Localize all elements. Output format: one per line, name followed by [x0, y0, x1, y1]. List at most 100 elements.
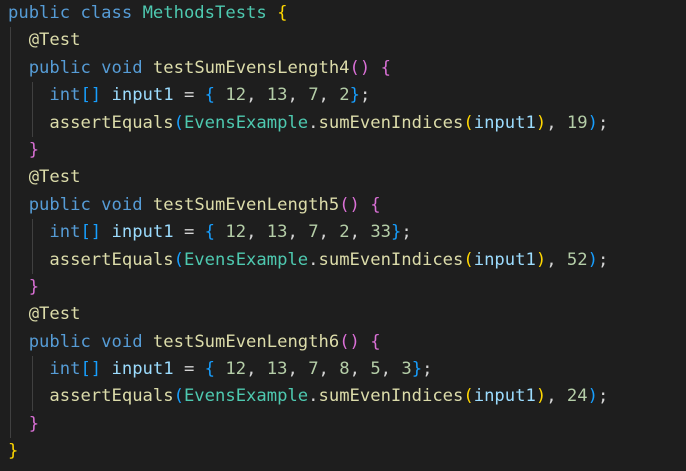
code-token: testSumEvensLength4	[152, 57, 350, 78]
code-line[interactable]: @Test	[0, 164, 686, 192]
code-line[interactable]: assertEquals(EvensExample.sumEvenIndices…	[0, 383, 686, 411]
code-token: 19	[566, 112, 588, 133]
code-token: assertEquals	[49, 386, 174, 407]
code-token: sumEvenIndices	[318, 112, 464, 133]
code-token: 2	[339, 85, 350, 106]
code-token: public	[28, 194, 91, 215]
code-token: .	[308, 386, 319, 407]
code-token: input1	[473, 112, 536, 133]
code-token: 24	[566, 386, 588, 407]
code-token: int	[49, 222, 81, 243]
code-token: ,	[287, 359, 309, 380]
indent-guide	[32, 356, 33, 384]
code-line[interactable]: }	[0, 273, 686, 302]
code-token: 7	[308, 85, 319, 106]
code-line[interactable]: public void testSumEvensLength4() {	[0, 54, 686, 83]
indent-guide	[10, 136, 11, 165]
code-token: void	[101, 331, 143, 352]
code-token: EvensExample	[183, 249, 309, 270]
code-token: (	[463, 386, 474, 407]
code-token: ,	[318, 359, 340, 380]
code-line[interactable]: public void testSumEvenLength6() {	[0, 328, 686, 357]
code-line[interactable]: int[] input1 = { 12, 13, 7, 8, 5, 3};	[0, 356, 686, 384]
code-token: =	[173, 359, 205, 380]
code-token: {	[204, 359, 216, 380]
code-token: ()	[339, 331, 360, 352]
code-token: int	[49, 359, 81, 380]
code-token: ,	[246, 85, 267, 106]
code-token: }	[411, 359, 423, 380]
code-token: input1	[111, 222, 174, 243]
code-token: ,	[546, 386, 567, 407]
code-line[interactable]: int[] input1 = { 12, 13, 7, 2, 33};	[0, 219, 686, 247]
code-line[interactable]: public void testSumEvenLength5() {	[0, 191, 686, 220]
code-token: public	[28, 331, 91, 352]
indent-guide	[10, 383, 11, 411]
code-line[interactable]: @Test	[0, 27, 686, 55]
code-token: 5	[370, 359, 381, 380]
indent-guide	[32, 219, 33, 247]
indent-guide	[10, 54, 11, 83]
code-token: []	[80, 359, 102, 380]
code-token: =	[173, 85, 205, 106]
code-line[interactable]: @Test	[0, 301, 686, 329]
code-token: ;	[401, 222, 412, 243]
code-token: {	[204, 85, 216, 106]
code-token: )	[535, 112, 547, 133]
code-token: {	[204, 222, 216, 243]
code-token: void	[101, 194, 143, 215]
code-line[interactable]: int[] input1 = { 12, 13, 7, 2};	[0, 82, 686, 110]
code-line[interactable]: }	[0, 438, 686, 465]
code-token: {	[277, 3, 288, 23]
code-token: .	[308, 249, 319, 270]
code-token: @Test	[28, 304, 81, 325]
code-editor[interactable]: public class MethodsTests { @Test public…	[0, 0, 686, 471]
code-token: 7	[308, 222, 319, 243]
code-line[interactable]: }	[0, 136, 686, 165]
indent-guide	[32, 246, 33, 274]
indent-guide	[10, 301, 11, 329]
indent-guide	[10, 109, 11, 137]
code-token: testSumEvenLength6	[152, 331, 340, 352]
code-token: {	[370, 331, 381, 352]
code-line[interactable]: assertEquals(EvensExample.sumEvenIndices…	[0, 109, 686, 137]
indent-guide	[10, 191, 11, 220]
code-token: EvensExample	[183, 112, 309, 133]
code-token: ,	[349, 359, 371, 380]
code-token: ,	[246, 359, 267, 380]
code-line[interactable]: }	[0, 410, 686, 439]
code-line[interactable]: public class MethodsTests {	[0, 0, 686, 27]
code-token: (	[173, 386, 184, 407]
code-token: ,	[246, 222, 267, 243]
code-line[interactable]: assertEquals(EvensExample.sumEvenIndices…	[0, 246, 686, 274]
code-token: 52	[566, 249, 588, 270]
code-token: )	[587, 386, 598, 407]
code-token: }	[391, 222, 402, 243]
indent-guide	[32, 383, 33, 411]
code-token: (	[463, 249, 474, 270]
code-token: ,	[380, 359, 402, 380]
code-token: 13	[266, 359, 288, 380]
code-token: ()	[339, 194, 360, 215]
code-token: class	[80, 3, 133, 23]
code-token: ,	[318, 222, 340, 243]
code-token: }	[8, 441, 19, 462]
code-token: ;	[422, 359, 433, 380]
code-token: }	[28, 139, 40, 160]
code-token: }	[28, 276, 40, 297]
code-token: ,	[318, 85, 340, 106]
